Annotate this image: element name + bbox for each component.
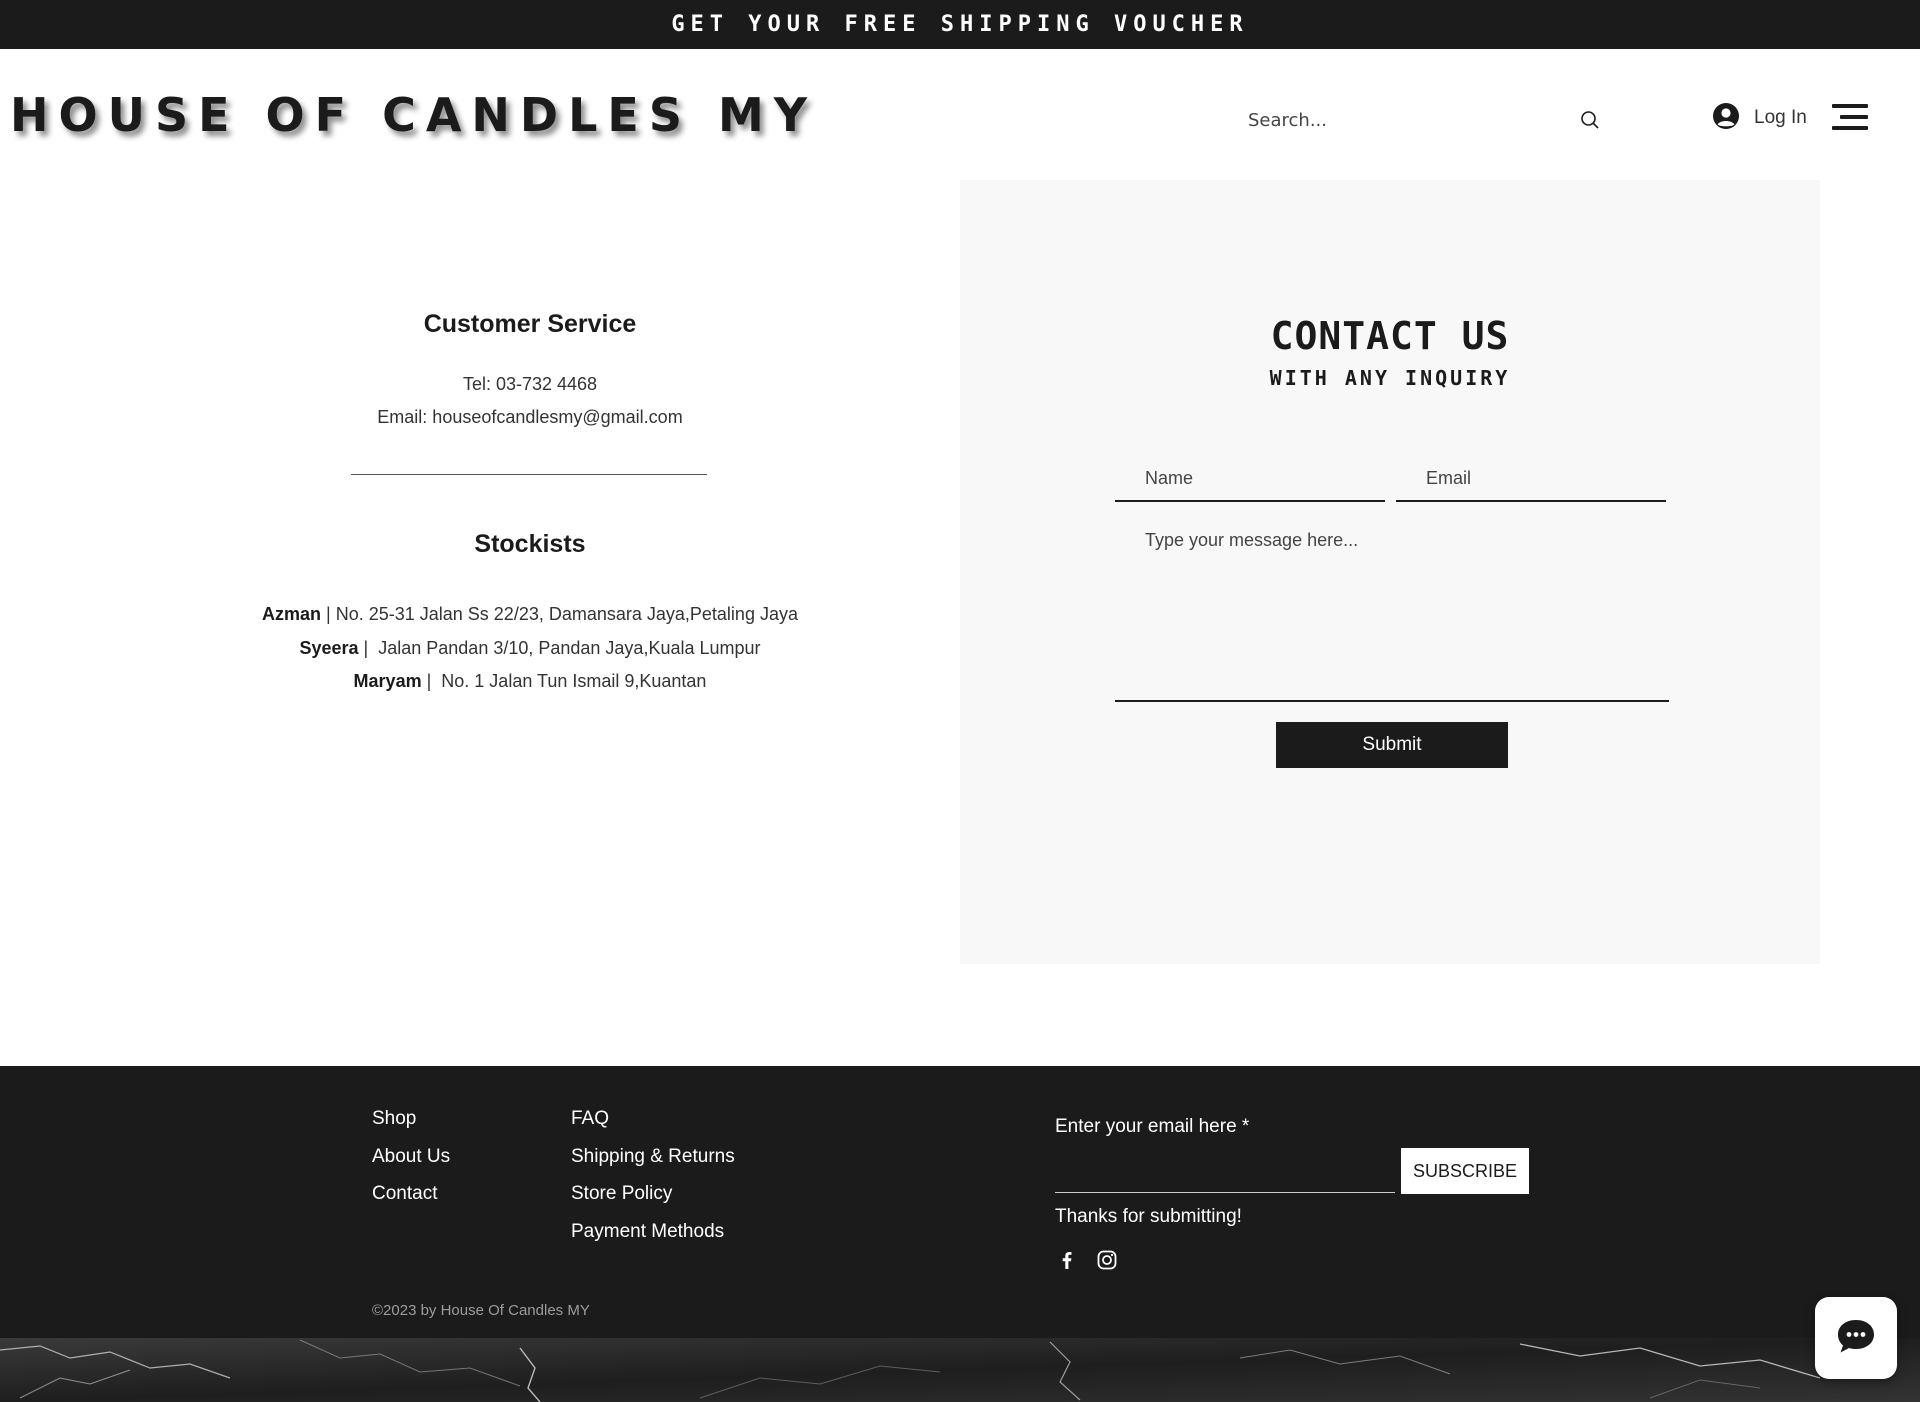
stockist-item: Azman | No. 25-31 Jalan Ss 22/23, Damans… xyxy=(180,604,880,625)
announcement-link[interactable]: GET YOUR FREE SHIPPING VOUCHER xyxy=(671,12,1248,37)
customer-service-tel: Tel: 03-732 4468 xyxy=(462,374,598,394)
section-divider xyxy=(351,474,707,475)
site-logo[interactable]: HOUSE OF CANDLES MY xyxy=(10,88,817,142)
footer-link-shipping-returns[interactable]: Shipping & Returns xyxy=(571,1146,735,1168)
footer-link-shop[interactable]: Shop xyxy=(372,1108,416,1130)
stockist-address: Jalan Pandan 3/10, Pandan Jaya,Kuala Lum… xyxy=(378,638,761,658)
login-button[interactable]: Log In xyxy=(1712,100,1807,136)
stockist-address: No. 25-31 Jalan Ss 22/23, Damansara Jaya… xyxy=(335,604,798,624)
login-label: Log In xyxy=(1754,107,1807,128)
stockist-item: Syeera | Jalan Pandan 3/10, Pandan Jaya,… xyxy=(180,638,880,659)
name-field[interactable] xyxy=(1115,456,1385,502)
stockist-separator: | xyxy=(358,638,379,658)
announcement-bar: GET YOUR FREE SHIPPING VOUCHER xyxy=(0,0,1920,49)
footer-copyright: ©2023 by House Of Candles MY xyxy=(372,1302,590,1319)
footer-link-contact[interactable]: Contact xyxy=(372,1183,437,1205)
stockist-item: Maryam | No. 1 Jalan Tun Ismail 9,Kuanta… xyxy=(180,671,880,692)
newsletter-email-label: Enter your email here * xyxy=(1055,1116,1250,1137)
search-input[interactable] xyxy=(1236,109,1578,131)
message-field[interactable] xyxy=(1115,520,1669,702)
footer-link-about-us[interactable]: About Us xyxy=(372,1146,450,1168)
contact-form-subtitle: WITH ANY INQUIRY xyxy=(1269,366,1511,390)
facebook-icon[interactable] xyxy=(1055,1248,1079,1272)
hamburger-menu-icon[interactable] xyxy=(1832,104,1868,130)
newsletter-thanks-message: Thanks for submitting! xyxy=(1055,1206,1242,1227)
submit-button[interactable]: Submit xyxy=(1276,722,1508,768)
stockists-heading: Stockists xyxy=(474,530,586,558)
email-field[interactable] xyxy=(1396,456,1666,502)
user-avatar-icon xyxy=(1712,102,1740,134)
footer-link-payment-methods[interactable]: Payment Methods xyxy=(571,1221,724,1243)
stockist-name: Syeera xyxy=(299,638,359,658)
stockist-separator: | xyxy=(321,604,336,624)
search-icon[interactable] xyxy=(1578,108,1602,132)
stockist-name: Maryam xyxy=(353,671,422,691)
stockist-address: No. 1 Jalan Tun Ismail 9,Kuantan xyxy=(441,671,707,691)
chat-bubble-icon xyxy=(1834,1316,1878,1360)
instagram-icon[interactable] xyxy=(1095,1248,1119,1272)
newsletter-email-input[interactable] xyxy=(1055,1152,1395,1193)
search-bar xyxy=(1236,100,1602,140)
footer-link-faq[interactable]: FAQ xyxy=(571,1108,609,1130)
subscribe-button[interactable]: SUBSCRIBE xyxy=(1401,1148,1529,1194)
customer-service-heading: Customer Service xyxy=(423,310,637,338)
customer-service-email: Email: houseofcandlesmy@gmail.com xyxy=(377,407,683,427)
marble-texture-strip xyxy=(0,1338,1920,1402)
chat-widget-button[interactable] xyxy=(1815,1297,1897,1379)
footer-link-store-policy[interactable]: Store Policy xyxy=(571,1183,672,1205)
footer: Shop About Us Contact FAQ Shipping & Ret… xyxy=(0,1066,1920,1338)
contact-form-panel: CONTACT US WITH ANY INQUIRY Submit xyxy=(960,180,1820,964)
stockist-name: Azman xyxy=(262,604,322,624)
stockist-separator: | xyxy=(421,671,442,691)
contact-form-title: CONTACT US xyxy=(1270,314,1510,358)
